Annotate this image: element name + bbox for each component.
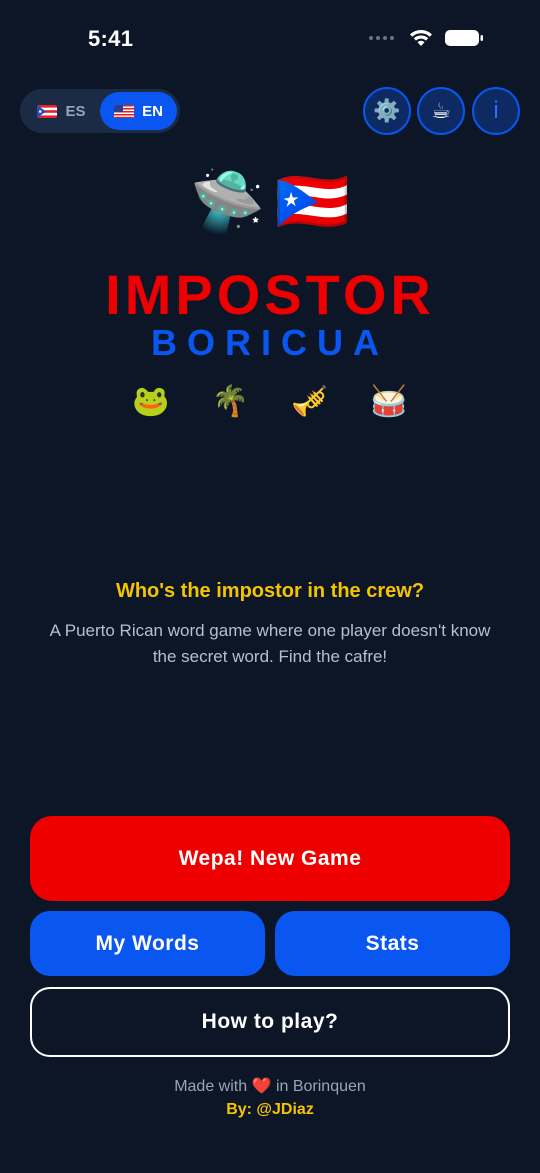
language-option-es[interactable]: ES bbox=[23, 92, 100, 130]
heart-icon: ❤️ bbox=[251, 1078, 272, 1095]
made-with-suffix: in Borinquen bbox=[275, 1078, 366, 1095]
language-option-en[interactable]: EN bbox=[100, 92, 177, 130]
palm-tree-icon: 🌴 bbox=[211, 385, 249, 418]
how-to-play-button[interactable]: How to play? bbox=[30, 987, 510, 1057]
settings-button[interactable]: ⚙️ bbox=[363, 87, 411, 135]
app-subtitle: BORICUA bbox=[151, 322, 389, 363]
info-button[interactable]: i bbox=[472, 87, 520, 135]
cellular-signal-icon bbox=[369, 36, 394, 40]
author-credit[interactable]: By: @JDiaz bbox=[0, 1101, 540, 1119]
decorative-emoji-row: 🐸 🌴 🎺 🥁 bbox=[0, 384, 540, 419]
app-title: IMPOSTOR bbox=[105, 263, 435, 326]
battery-icon bbox=[445, 30, 483, 46]
puerto-rico-flag-icon bbox=[37, 104, 58, 118]
new-game-button[interactable]: Wepa! New Game bbox=[30, 816, 510, 901]
wifi-icon bbox=[410, 30, 432, 46]
coffee-icon: ☕ bbox=[431, 98, 451, 123]
made-with-footer: Made with ❤️ in Borinquen bbox=[0, 1076, 540, 1096]
coffee-button[interactable]: ☕ bbox=[417, 87, 465, 135]
app-screen: 5:41 ES EN ⚙️ ☕ i 🛸 🇵🇷 IMPOSTOR BORICUA … bbox=[0, 0, 540, 1173]
status-time: 5:41 bbox=[88, 26, 134, 51]
trumpet-icon: 🎺 bbox=[291, 385, 329, 418]
made-with-prefix: Made with bbox=[174, 1078, 248, 1095]
tagline: Who's the impostor in the crew? bbox=[115, 580, 425, 602]
hero-emoji-row: 🛸 🇵🇷 bbox=[0, 170, 540, 234]
puerto-rico-flag-emoji-icon: 🇵🇷 bbox=[275, 168, 350, 235]
us-flag-icon bbox=[114, 104, 135, 118]
frog-icon: 🐸 bbox=[132, 385, 170, 418]
gear-icon: ⚙️ bbox=[373, 98, 401, 123]
game-description: A Puerto Rican word game where one playe… bbox=[49, 621, 491, 666]
ufo-icon: 🛸 bbox=[190, 168, 265, 235]
drum-icon: 🥁 bbox=[370, 385, 408, 418]
language-option-en-label: EN bbox=[142, 102, 163, 120]
language-toggle: ES EN bbox=[20, 89, 180, 133]
language-option-es-label: ES bbox=[65, 102, 86, 120]
status-icons bbox=[369, 28, 484, 48]
my-words-button[interactable]: My Words bbox=[30, 911, 265, 976]
stats-button[interactable]: Stats bbox=[275, 911, 510, 976]
info-icon: i bbox=[493, 97, 499, 124]
